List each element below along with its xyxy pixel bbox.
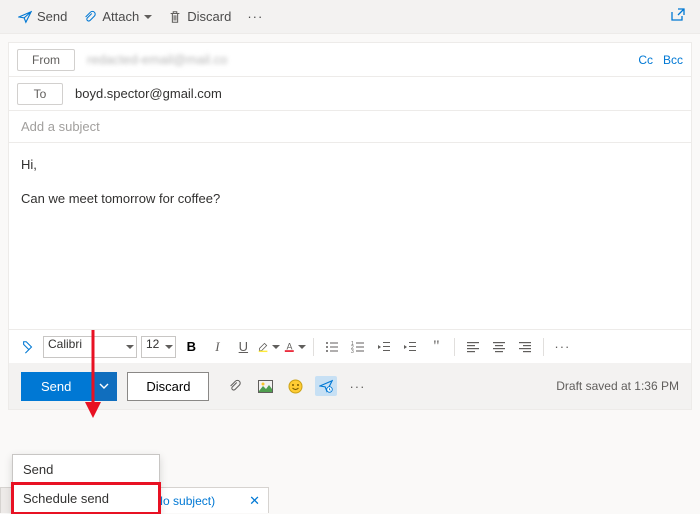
cc-bcc-group: Cc Bcc [638, 53, 683, 67]
popout-icon [670, 7, 686, 23]
compose-panel: From redacted-email@mail.co Cc Bcc To bo… [8, 42, 692, 410]
cc-button[interactable]: Cc [638, 53, 653, 67]
align-right-button[interactable] [514, 336, 536, 358]
bold-button[interactable]: B [180, 336, 202, 358]
attach-label: Attach [102, 9, 139, 24]
more-actions-button[interactable]: ··· [347, 376, 367, 396]
number-list-button[interactable]: 123 [347, 336, 369, 358]
font-size: 12 [141, 336, 176, 358]
send-button[interactable]: Send [21, 372, 91, 401]
chevron-down-icon [298, 345, 306, 349]
send-label-top: Send [37, 9, 67, 24]
body-line: Hi, [21, 155, 679, 175]
more-format-button[interactable]: ··· [551, 336, 573, 358]
attach-icon-button[interactable] [225, 376, 245, 396]
chevron-down-icon [272, 345, 280, 349]
send-split-button: Send [21, 372, 117, 401]
highlight-button[interactable] [258, 336, 280, 358]
close-tab-button[interactable]: ✕ [249, 493, 260, 509]
dropdown-item-send[interactable]: Send [13, 455, 159, 484]
action-icons: ··· [225, 376, 367, 396]
send-icon [18, 10, 32, 24]
subject-input[interactable]: Add a subject [9, 111, 691, 143]
from-row: From redacted-email@mail.co Cc Bcc [9, 43, 691, 77]
paperclip-icon [83, 10, 97, 24]
more-ellipsis-top[interactable]: ··· [239, 5, 271, 28]
send-dropdown-menu: Send Schedule send [12, 454, 160, 514]
from-value: redacted-email@mail.co [87, 52, 227, 67]
to-pill[interactable]: To [17, 83, 63, 105]
body-editor[interactable]: Hi, Can we meet tomorrow for coffee? [9, 143, 691, 329]
schedule-send-icon-button[interactable] [315, 376, 337, 396]
to-value[interactable]: boyd.spector@gmail.com [75, 86, 222, 101]
dropdown-item-schedule-send[interactable]: Schedule send [13, 484, 159, 513]
svg-text:A: A [287, 341, 293, 351]
indent-button[interactable] [399, 336, 421, 358]
bullet-list-button[interactable] [321, 336, 343, 358]
compose-tab-label: (No subject) [150, 494, 215, 508]
action-bar: Send Discard ··· Draft saved at 1:36 PM [9, 363, 691, 409]
font-select[interactable]: Calibri [43, 336, 137, 358]
bcc-button[interactable]: Bcc [663, 53, 683, 67]
from-pill[interactable]: From [17, 49, 75, 71]
font-name: Calibri [43, 336, 137, 358]
italic-button[interactable]: I [206, 336, 228, 358]
discard-label-top: Discard [187, 9, 231, 24]
body-line: Can we meet tomorrow for coffee? [21, 189, 679, 209]
trash-icon [168, 10, 182, 24]
send-button-top[interactable]: Send [10, 5, 75, 28]
align-left-button[interactable] [462, 336, 484, 358]
popout-button[interactable] [670, 7, 686, 26]
chevron-down-icon [99, 381, 109, 391]
quote-button[interactable]: " [425, 336, 447, 358]
emoji-icon-button[interactable] [285, 376, 305, 396]
chevron-down-icon [144, 15, 152, 19]
font-color-button[interactable]: A [284, 336, 306, 358]
font-size-select[interactable]: 12 [141, 336, 176, 358]
outdent-button[interactable] [373, 336, 395, 358]
svg-text:3: 3 [351, 349, 354, 354]
format-painter-icon[interactable] [17, 336, 39, 358]
attach-button-top[interactable]: Attach [75, 5, 160, 28]
send-dropdown-button[interactable] [91, 372, 117, 401]
discard-button-top[interactable]: Discard [160, 5, 239, 28]
top-toolbar: Send Attach Discard ··· [0, 0, 700, 34]
underline-button[interactable]: U [232, 336, 254, 358]
draft-status: Draft saved at 1:36 PM [556, 379, 679, 393]
align-center-button[interactable] [488, 336, 510, 358]
to-row: To boyd.spector@gmail.com [9, 77, 691, 111]
picture-icon-button[interactable] [255, 376, 275, 396]
format-toolbar: Calibri 12 B I U A 123 " ··· [9, 329, 691, 363]
discard-button[interactable]: Discard [127, 372, 209, 401]
